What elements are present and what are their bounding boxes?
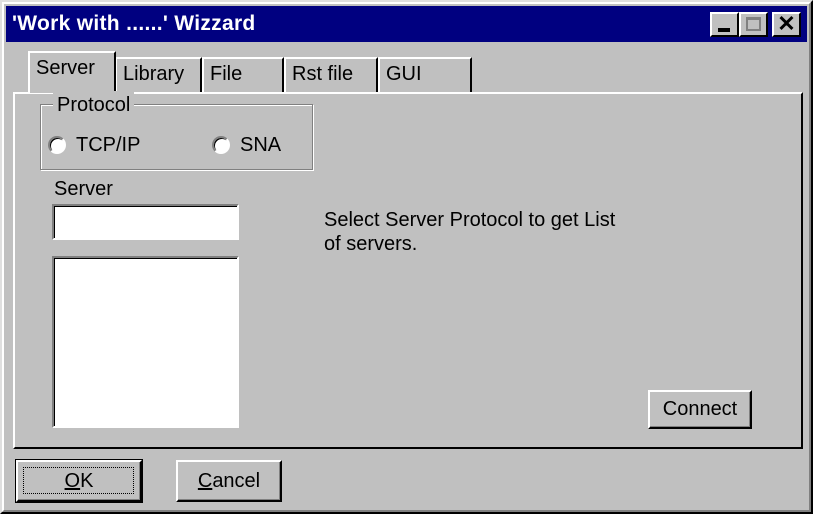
tab-rst-file[interactable]: Rst file [284, 57, 378, 94]
tab-server-label: Server [36, 57, 95, 79]
hint-line-1: Select Server Protocol to get List [324, 209, 616, 231]
title-bar[interactable]: 'Work with ......' Wizzard ✕ [6, 6, 807, 42]
tab-file[interactable]: File [202, 57, 284, 94]
cancel-button[interactable]: Cancel [176, 460, 282, 502]
ok-button-label: OK [65, 470, 94, 492]
maximize-icon [746, 17, 761, 31]
radio-tcpip-label: TCP/IP [76, 134, 141, 156]
tab-server[interactable]: Server [28, 51, 116, 93]
connect-button-label: Connect [662, 398, 738, 420]
radio-sna[interactable]: SNA [212, 133, 281, 157]
window-title: 'Work with ......' Wizzard [12, 12, 256, 35]
radio-tcpip[interactable]: TCP/IP [48, 133, 140, 157]
tab-file-label: File [210, 63, 243, 85]
tab-gui-label: GUI [386, 63, 422, 85]
ok-button[interactable]: OK [15, 459, 143, 503]
minimize-button[interactable] [710, 12, 739, 37]
cancel-button-label: Cancel [198, 470, 260, 492]
server-list[interactable] [52, 256, 239, 428]
server-label: Server [54, 178, 113, 200]
ok-accelerator: O [64, 470, 81, 492]
radio-sna-label: SNA [240, 134, 282, 156]
minimize-icon [718, 28, 730, 32]
tab-library[interactable]: Library [116, 57, 202, 94]
ok-label-rest: K [80, 470, 94, 492]
hint-line-2: of servers. [324, 233, 418, 255]
tab-library-label: Library [123, 63, 185, 85]
tab-rst-file-label: Rst file [292, 63, 354, 85]
protocol-legend: Protocol [53, 91, 135, 119]
close-button[interactable]: ✕ [772, 12, 801, 37]
maximize-button[interactable] [739, 12, 768, 37]
radio-circle-icon [48, 136, 66, 154]
radio-circle-icon [212, 136, 230, 154]
connect-button[interactable]: Connect [648, 390, 752, 429]
tab-gui[interactable]: GUI [378, 57, 472, 94]
cancel-accelerator: C [197, 470, 213, 492]
cancel-label-rest: ancel [212, 470, 261, 492]
server-input[interactable] [52, 204, 239, 240]
close-icon: ✕ [777, 11, 796, 36]
